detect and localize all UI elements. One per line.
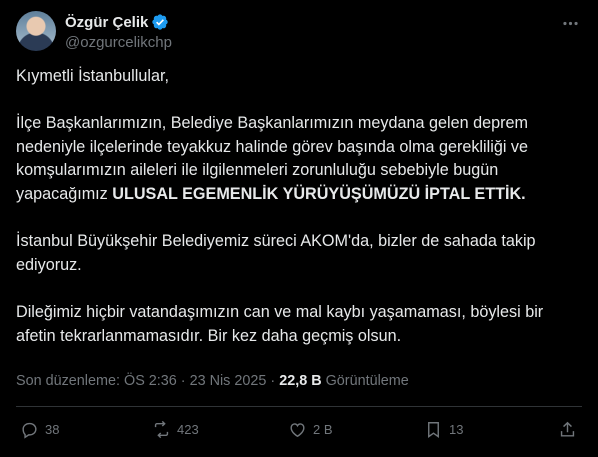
reply-icon xyxy=(22,422,37,439)
post-header: Özgür Çelik @ozgurcelikchp xyxy=(16,11,582,55)
like-count: 2 B xyxy=(313,422,333,437)
repost-button[interactable]: 423 xyxy=(152,420,199,439)
like-icon xyxy=(290,423,305,438)
repost-count: 423 xyxy=(177,422,199,437)
paragraph-1-bold: ULUSAL EGEMENLİK YÜRÜYÜŞÜMÜZÜ İPTAL ETTİ… xyxy=(112,184,526,203)
bookmark-button[interactable]: 13 xyxy=(424,420,463,439)
views-label: Görüntüleme xyxy=(321,373,409,389)
greeting: Kıymetli İstanbullular, xyxy=(16,67,169,85)
name-row: Özgür Çelik xyxy=(65,13,169,31)
reply-count: 38 xyxy=(45,422,60,437)
repost-icon xyxy=(154,420,169,439)
paragraph-2: İstanbul Büyükşehir Belediyemiz süreci A… xyxy=(16,232,536,274)
divider xyxy=(16,406,582,407)
action-bar: 38 423 2 B 13 xyxy=(16,420,582,446)
like-button[interactable]: 2 B xyxy=(288,420,333,439)
post-meta: Son düzenleme: ÖS 2:36 · 23 Nis 2025 · 2… xyxy=(16,373,409,389)
paragraph-1: İlçe Başkanlarımızın, Belediye Başkanlar… xyxy=(16,112,582,206)
verified-icon[interactable] xyxy=(151,13,169,31)
share-icon xyxy=(560,421,575,437)
views-count: 22,8 B xyxy=(279,373,322,389)
paragraph-3: Dileğimiz hiçbir vatandaşımızın can ve m… xyxy=(16,302,544,345)
post-body: Kıymetli İstanbullular, İlçe Başkanlarım… xyxy=(16,65,582,348)
more-icon[interactable] xyxy=(558,11,582,35)
edited-timestamp[interactable]: Son düzenleme: ÖS 2:36 · 23 Nis 2025 · xyxy=(16,373,279,389)
bookmark-icon xyxy=(428,422,439,439)
share-button[interactable] xyxy=(558,420,577,439)
avatar[interactable] xyxy=(16,11,56,51)
reply-button[interactable]: 38 xyxy=(20,420,59,439)
display-name[interactable]: Özgür Çelik xyxy=(65,14,148,31)
bookmark-count: 13 xyxy=(449,422,464,437)
handle[interactable]: @ozgurcelikchp xyxy=(65,34,172,51)
